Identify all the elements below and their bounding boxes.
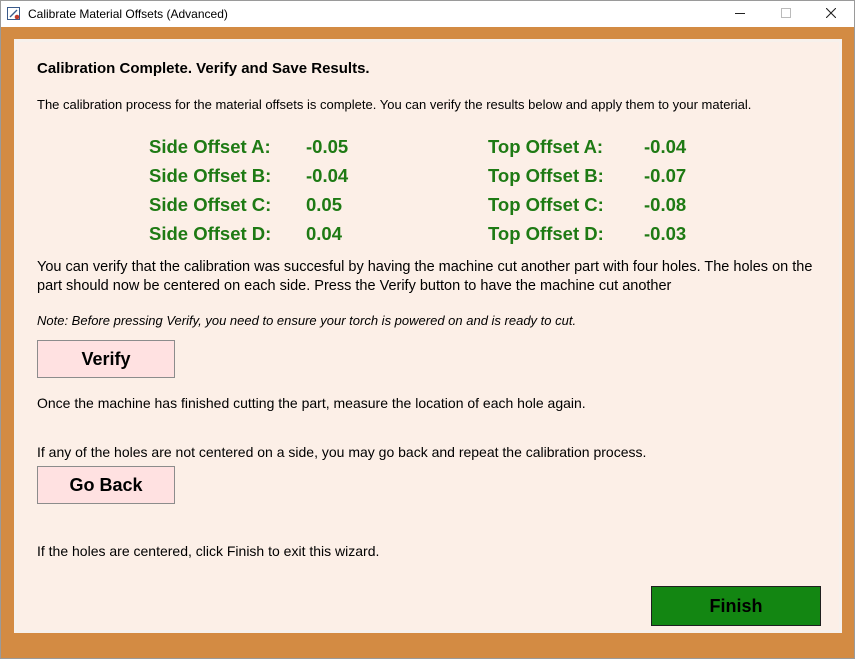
minimize-button[interactable]	[717, 1, 763, 27]
intro-text: The calibration process for the material…	[37, 97, 752, 112]
measure-instructions: Once the machine has finished cutting th…	[37, 395, 586, 411]
top-offset-b-label: Top Offset B:	[488, 165, 604, 186]
side-offset-b-label: Side Offset B:	[149, 165, 272, 186]
top-offset-d-value: -0.03	[644, 223, 687, 244]
side-offset-a-value: -0.05	[306, 136, 349, 157]
minimize-icon	[735, 5, 745, 23]
maximize-button[interactable]	[763, 1, 809, 27]
title-bar[interactable]: Calibrate Material Offsets (Advanced)	[1, 1, 854, 27]
top-offset-a-value: -0.04	[644, 136, 687, 157]
page-title: Calibration Complete. Verify and Save Re…	[37, 60, 370, 77]
window-title: Calibrate Material Offsets (Advanced)	[28, 7, 228, 21]
side-offset-b-value: -0.04	[306, 165, 349, 186]
side-offset-d-value: 0.04	[306, 223, 343, 244]
side-offset-c-label: Side Offset C:	[149, 194, 272, 215]
side-offset-a-label: Side Offset A:	[149, 136, 271, 157]
content-panel: Calibration Complete. Verify and Save Re…	[14, 39, 842, 633]
top-offset-c-value: -0.08	[644, 194, 687, 215]
calibration-app-icon	[7, 7, 21, 21]
finish-button[interactable]: Finish	[651, 586, 821, 626]
top-offset-c-label: Top Offset C:	[488, 194, 604, 215]
top-offset-a-label: Top Offset A:	[488, 136, 604, 157]
verify-button[interactable]: Verify	[37, 340, 175, 378]
maximize-icon	[781, 5, 791, 23]
close-button[interactable]	[808, 1, 854, 27]
side-offset-d-label: Side Offset D:	[149, 223, 272, 244]
go-back-button[interactable]: Go Back	[37, 466, 175, 504]
go-back-instructions: If any of the holes are not centered on …	[37, 444, 647, 460]
finish-instructions: If the holes are centered, click Finish …	[37, 543, 380, 559]
top-offset-d-label: Top Offset D:	[488, 223, 604, 244]
side-offset-c-value: 0.05	[306, 194, 343, 215]
wizard-window: Calibrate Material Offsets (Advanced) Ca…	[0, 0, 855, 659]
top-offset-b-value: -0.07	[644, 165, 687, 186]
verify-instructions: You can verify that the calibration was …	[37, 259, 813, 294]
close-icon	[825, 5, 837, 23]
torch-note: Note: Before pressing Verify, you need t…	[37, 313, 577, 328]
